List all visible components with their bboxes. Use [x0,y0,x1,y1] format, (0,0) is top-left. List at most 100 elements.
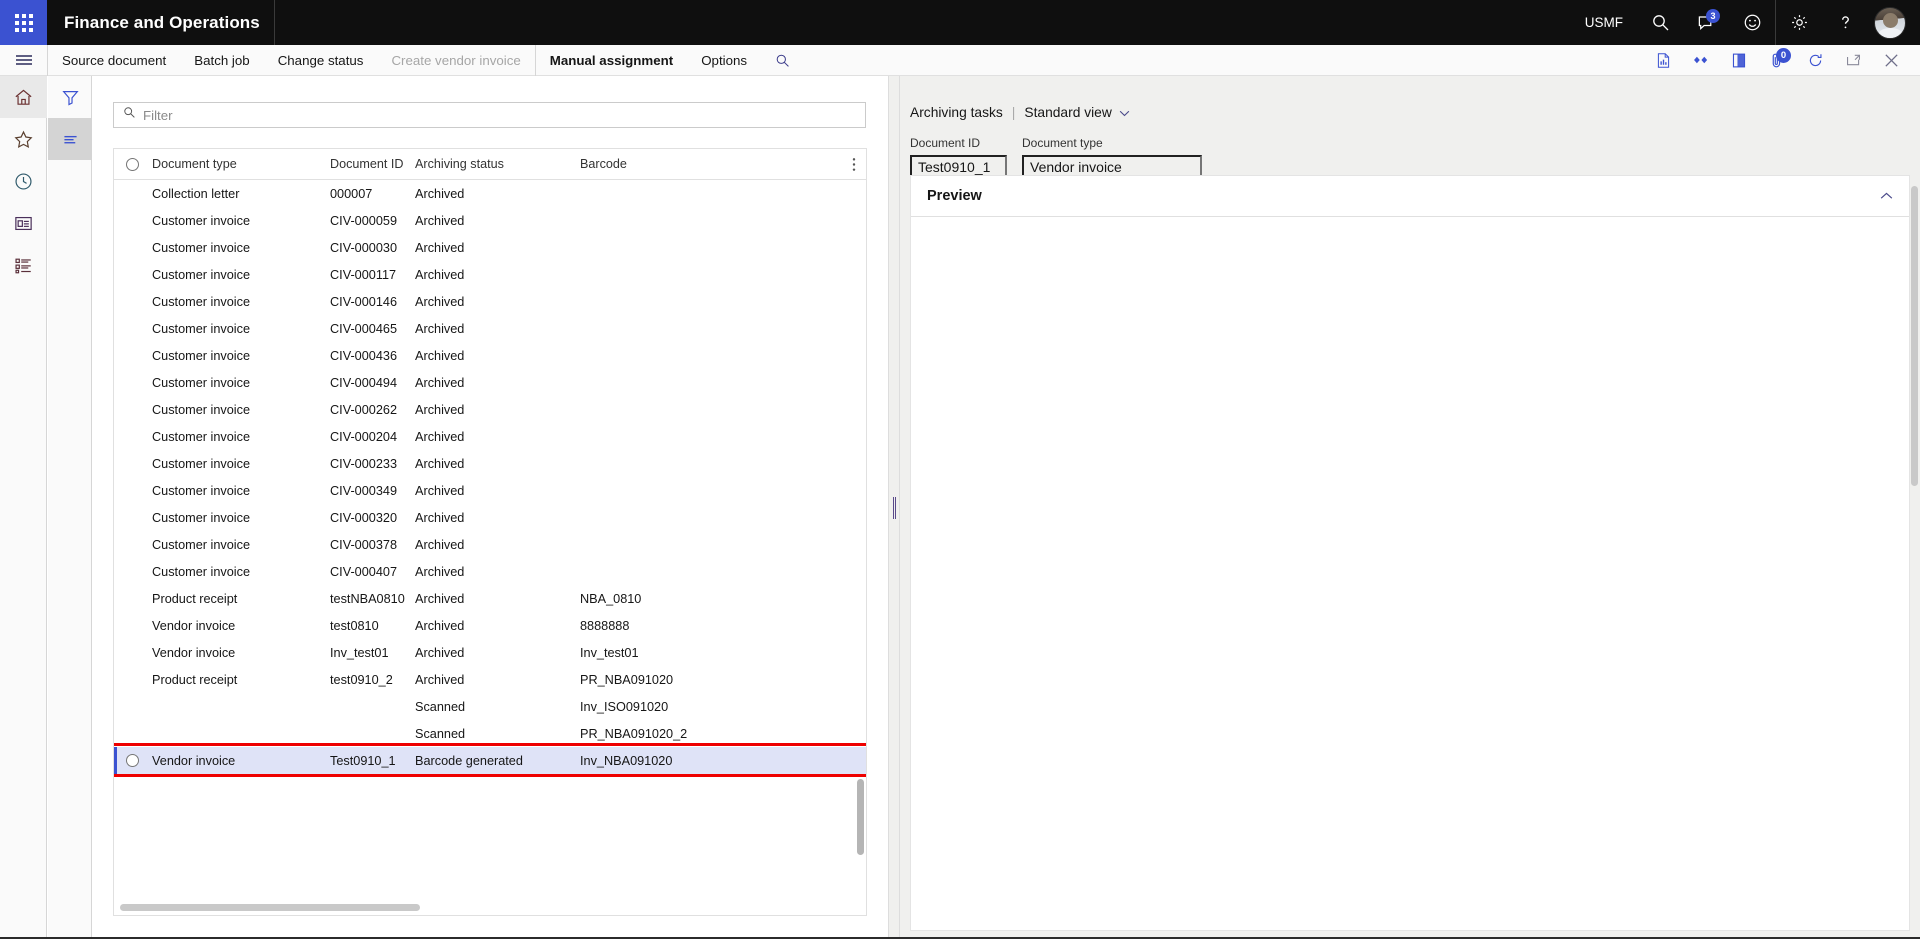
table-row[interactable]: Vendor invoice Test0910_1 Barcode generate… [114,743,866,777]
popout-window-icon[interactable] [1834,45,1872,76]
grid-horizontal-scrollbar[interactable] [120,904,420,911]
cell-document-type: Collection letter [152,186,240,201]
grid-header-row: Document type Document ID Archiving stat… [114,149,866,180]
relations-link-icon[interactable] [1682,45,1720,76]
cell-document-id: CIV-000262 [330,402,398,417]
hamburger-menu-icon[interactable] [0,45,47,76]
chevron-up-icon[interactable] [1880,192,1893,200]
report-document-icon[interactable] [1644,45,1682,76]
table-row[interactable]: Collection letter 000007 Archived [114,180,866,207]
cell-archiving-status: Archived [415,672,465,687]
office-app-icon[interactable] [1720,45,1758,76]
grid-vertical-scrollbar[interactable] [857,779,864,855]
cell-document-type: Customer invoice [152,456,251,471]
filter-box[interactable] [113,102,866,128]
help-question-icon[interactable] [1822,0,1868,45]
cell-document-type: Customer invoice [152,375,251,390]
table-row[interactable]: Customer invoice CIV-000407 Archived [114,558,866,585]
cell-archiving-status: Archived [415,456,465,471]
preview-header[interactable]: Preview [911,176,1909,217]
filter-funnel-icon[interactable] [48,76,92,118]
company-selector[interactable]: USMF [1571,0,1637,45]
cell-document-id: CIV-000204 [330,429,398,444]
notifications-icon[interactable]: 3 [1683,0,1729,45]
cell-document-id: CIV-000059 [330,213,398,228]
table-row[interactable]: Customer invoice CIV-000262 Archived [114,396,866,423]
cell-document-type: Vendor invoice [152,645,236,660]
cell-document-id: CIV-000320 [330,510,398,525]
column-header-document-id[interactable]: Document ID [330,157,415,171]
breadcrumb: Archiving tasks | Standard view [910,105,1130,120]
table-row[interactable]: Product receipt testNBA0810 Archived NBA_08… [114,585,866,612]
table-row[interactable]: Customer invoice CIV-000204 Archived [114,423,866,450]
table-row[interactable]: Scanned PR_NBA091020_2 [114,720,866,747]
workspaces-icon[interactable] [0,202,47,244]
table-row[interactable]: Customer invoice CIV-000059 Archived [114,207,866,234]
table-row[interactable]: Customer invoice CIV-000030 Archived [114,234,866,261]
cell-barcode: Inv_ISO091020 [580,699,669,714]
field-label-document-type: Document type [1022,136,1103,150]
action-pane-search-icon[interactable] [761,45,803,76]
tab-batch-job[interactable]: Batch job [180,45,263,76]
cell-barcode: Inv_NBA091020 [580,753,673,768]
feedback-smiley-icon[interactable] [1729,0,1775,45]
cell-document-id: CIV-000030 [330,240,398,255]
table-row[interactable]: Customer invoice CIV-000233 Archived [114,450,866,477]
cell-document-id: CIV-000465 [330,321,398,336]
tab-options[interactable]: Options [687,45,761,76]
attachment-icon[interactable]: 0 [1758,45,1796,76]
table-row[interactable]: Customer invoice CIV-000494 Archived [114,369,866,396]
select-all-circle[interactable] [114,157,150,171]
topbar-divider [274,0,275,45]
home-icon[interactable] [0,76,47,118]
cell-document-id: CIV-000349 [330,483,398,498]
table-row[interactable]: Customer invoice CIV-000436 Archived [114,342,866,369]
breadcrumb-archiving-tasks[interactable]: Archiving tasks [910,105,1003,120]
table-row[interactable]: Product receipt test0910_2 Archived PR_NBA0… [114,666,866,693]
column-options-icon[interactable] [852,149,856,180]
app-launcher-icon[interactable] [0,0,47,45]
table-row[interactable]: Customer invoice CIV-000117 Archived [114,261,866,288]
cell-document-id: CIV-000436 [330,348,398,363]
cell-archiving-status: Archived [415,375,465,390]
tab-source-document[interactable]: Source document [48,45,180,76]
column-header-archiving-status[interactable]: Archiving status [415,157,580,171]
settings-gear-icon[interactable] [1776,0,1822,45]
tab-change-status[interactable]: Change status [264,45,378,76]
cell-document-id: Inv_test01 [330,645,389,660]
cell-document-type: Customer invoice [152,429,251,444]
close-icon[interactable] [1872,45,1910,76]
cell-document-type: Product receipt [152,591,238,606]
cell-document-id: CIV-000494 [330,375,398,390]
modules-list-icon[interactable] [0,244,47,286]
view-selector[interactable]: Standard view [1024,105,1130,120]
refresh-icon[interactable] [1796,45,1834,76]
cell-archiving-status: Archived [415,510,465,525]
recent-clock-icon[interactable] [0,160,47,202]
detail-pane-scrollbar[interactable] [1911,186,1918,486]
favorites-star-icon[interactable] [0,118,47,160]
table-row[interactable]: Customer invoice CIV-000378 Archived [114,531,866,558]
table-row[interactable]: Customer invoice CIV-000465 Archived [114,315,866,342]
table-row[interactable]: Customer invoice CIV-000320 Archived [114,504,866,531]
list-view-icon[interactable] [48,118,92,160]
table-row[interactable]: Customer invoice CIV-000146 Archived [114,288,866,315]
tab-manual-assignment[interactable]: Manual assignment [536,45,687,76]
table-row[interactable]: Vendor invoice Inv_test01 Archived Inv_test… [114,639,866,666]
cell-archiving-status: Scanned [415,699,466,714]
cell-barcode: 8888888 [580,618,630,633]
user-avatar[interactable] [1874,6,1906,39]
cell-document-type: Vendor invoice [152,753,236,768]
filter-input[interactable] [143,107,865,123]
cell-archiving-status: Scanned [415,726,466,741]
search-icon[interactable] [1637,0,1683,45]
column-header-document-type[interactable]: Document type [150,157,330,171]
row-select-circle[interactable] [114,754,150,767]
pane-splitter[interactable] [888,76,900,939]
cell-archiving-status: Archived [415,645,465,660]
cell-document-id: CIV-000378 [330,537,398,552]
table-row[interactable]: Scanned Inv_ISO091020 [114,693,866,720]
column-header-barcode[interactable]: Barcode [580,157,740,171]
table-row[interactable]: Customer invoice CIV-000349 Archived [114,477,866,504]
table-row[interactable]: Vendor invoice test0810 Archived 8888888 [114,612,866,639]
